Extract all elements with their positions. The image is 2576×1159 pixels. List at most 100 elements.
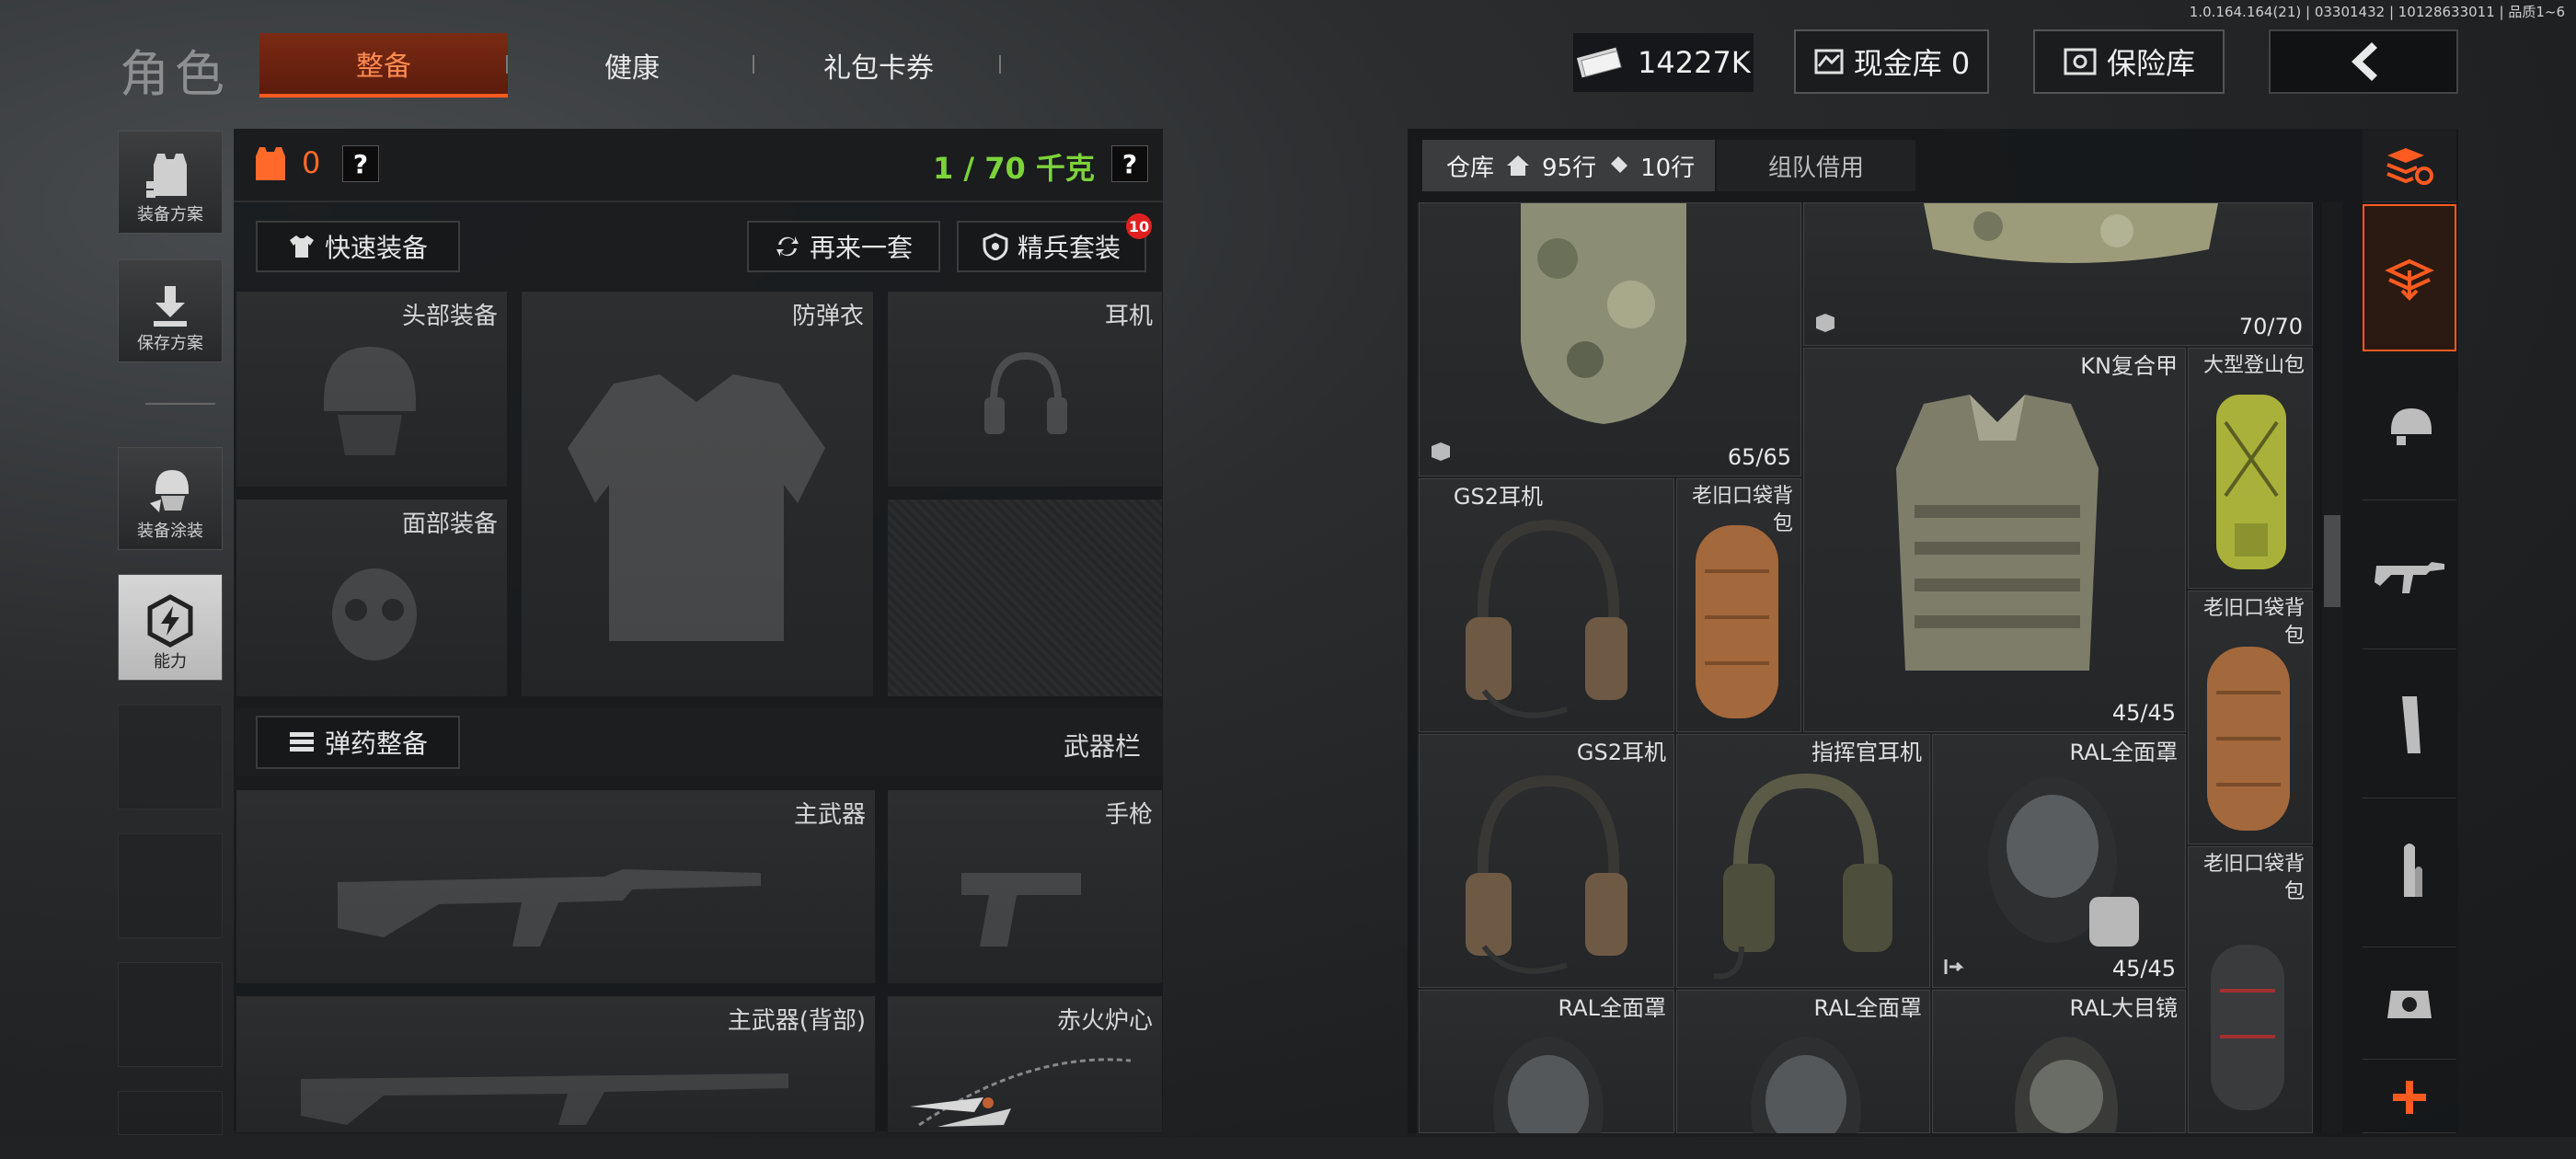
inventory-item[interactable]: 65/65: [1419, 202, 1801, 476]
inventory-item[interactable]: RAL全面罩 45/45: [1932, 734, 2186, 988]
inventory-item[interactable]: RAL全面罩: [1419, 990, 1674, 1133]
pistol-slot[interactable]: 手枪: [887, 789, 1163, 984]
back-arrow-icon: [2352, 42, 2377, 81]
primary-back-weapon-slot[interactable]: 主武器(背部): [236, 995, 876, 1133]
quick-equip-button[interactable]: 快速装备: [256, 221, 460, 272]
add-category-button[interactable]: [2363, 1061, 2456, 1133]
category-sight[interactable]: [2363, 949, 2456, 1060]
slot-label: 防弹衣: [791, 303, 864, 330]
tab-label: 组队借用: [1767, 154, 1864, 182]
item-name: 老旧口袋背包: [2202, 853, 2305, 903]
ammo-equip-button[interactable]: 弹药整备: [256, 716, 460, 769]
category-all[interactable]: [2363, 204, 2456, 351]
pistol-silhouette-icon: [961, 873, 1081, 947]
camo-vest-icon: [1521, 203, 1686, 424]
refresh-icon: [776, 236, 799, 257]
sidebar-item-ability[interactable]: 能力: [118, 574, 223, 681]
shirt-icon: [289, 235, 314, 258]
armor-help-button[interactable]: ?: [342, 145, 379, 182]
body-armor-slot[interactable]: 防弹衣: [521, 291, 874, 697]
armor-icon: [256, 147, 285, 180]
slot-label: 主武器: [793, 801, 866, 829]
elite-set-label: 精兵套装: [1017, 233, 1121, 263]
download-icon: [154, 286, 187, 327]
tab-label: 整备: [356, 51, 411, 83]
weapon-bar-label: 武器栏: [1064, 731, 1142, 762]
scrollbar-thumb[interactable]: [2324, 515, 2340, 607]
face-gear-slot[interactable]: 面部装备: [236, 499, 508, 697]
sidebar-item-paint[interactable]: 装备涂装: [118, 447, 223, 550]
house-icon: [1507, 155, 1530, 176]
melee-knives-icon: [910, 1058, 1132, 1127]
rows-house: 95行: [1542, 154, 1597, 182]
insurance-vault-button[interactable]: 保险库: [2033, 29, 2225, 94]
sidebar-item-label: 能力: [154, 652, 187, 671]
sidebar-empty-slot: [118, 705, 223, 809]
category-helmet[interactable]: [2363, 353, 2456, 500]
helmet-silhouette-icon: [324, 347, 416, 455]
slot-label: 赤火炉心: [1056, 1007, 1153, 1035]
inventory-item[interactable]: RAL全面罩: [1676, 990, 1930, 1133]
rifle-back-silhouette-icon: [301, 1073, 788, 1125]
item-name: RAL全面罩: [1813, 995, 1923, 1021]
headset-slot[interactable]: 耳机: [887, 291, 1163, 488]
category-ammo[interactable]: [2363, 800, 2456, 947]
category-magazine[interactable]: [2363, 651, 2456, 798]
tab-team-loan[interactable]: 组队借用: [1717, 140, 1915, 191]
item-name: RAL大目镜: [2069, 995, 2179, 1021]
inventory-item[interactable]: 大型登山包: [2188, 348, 2313, 589]
sidebar-item-label: 保存方案: [137, 334, 203, 353]
shield-icon: [983, 233, 1008, 260]
scope-icon: [2387, 990, 2432, 1018]
money-value: 14227K: [1638, 45, 1751, 80]
plus-icon: [2393, 1080, 2426, 1114]
inventory-item[interactable]: 老旧口袋背包: [2188, 846, 2313, 1133]
melee-slot[interactable]: 赤火炉心: [887, 995, 1163, 1133]
sidebar-item-label: 装备涂装: [137, 522, 203, 541]
version-text: 1.0.164.164(21) | 03301432 | 10128633011…: [2189, 4, 2565, 20]
tab-health[interactable]: 健康: [508, 33, 756, 98]
item-name: 大型登山包: [2202, 354, 2305, 377]
cash-icon: [1576, 47, 1622, 78]
slot-label: 头部装备: [401, 303, 498, 330]
hiking-backpack-icon: [2216, 395, 2286, 569]
safe-icon: [2064, 48, 2097, 75]
inventory-item[interactable]: 70/70: [1803, 202, 2313, 346]
helmet-icon: [2391, 407, 2432, 445]
loadout-header: 0 ? 1 / 70 千克 ?: [234, 129, 1163, 202]
gas-mask-icon: [1751, 1037, 1861, 1133]
category-rifle[interactable]: [2363, 502, 2456, 649]
rifle-silhouette-icon: [338, 869, 761, 947]
wallet-icon: [1814, 49, 1844, 75]
tab-warehouse[interactable]: 仓库 95行 10行: [1422, 140, 1715, 191]
back-button[interactable]: [2269, 29, 2458, 94]
primary-weapon-slot[interactable]: 主武器: [236, 789, 876, 984]
gs2-headset-icon: [1466, 775, 1627, 974]
inventory-item[interactable]: 指挥官耳机: [1676, 734, 1930, 988]
mask-silhouette-icon: [332, 568, 417, 660]
head-gear-slot[interactable]: 头部装备: [236, 291, 508, 488]
tab-gift-coupons[interactable]: 礼包卡券: [754, 33, 1003, 98]
cash-vault-button[interactable]: 现金库 0: [1794, 29, 1989, 94]
again-set-button[interactable]: 再来一套: [747, 221, 940, 272]
tab-equip[interactable]: 整备: [259, 33, 508, 98]
inventory-item[interactable]: GS2耳机: [1419, 734, 1674, 988]
inventory-item[interactable]: 老旧口袋背包: [2188, 591, 2313, 844]
inventory-item[interactable]: 老旧口袋背包: [1676, 478, 1801, 732]
weight-help-button[interactable]: ?: [1111, 145, 1148, 182]
quick-equip-label: 快速装备: [324, 233, 428, 263]
inventory-item[interactable]: RAL大目镜: [1932, 990, 2186, 1133]
sidebar-item-equip-plan[interactable]: 装备方案: [118, 131, 223, 234]
inventory-item[interactable]: KN复合甲 45/45: [1803, 348, 2186, 732]
pocket-backpack-icon: [1696, 525, 1778, 718]
rows-ticket: 10行: [1640, 154, 1696, 182]
empty-gear-slot: [887, 499, 1163, 697]
item-name: RAL全面罩: [1558, 995, 1667, 1021]
elite-set-button[interactable]: 精兵套装: [957, 221, 1146, 272]
sidebar-item-save-plan[interactable]: 保存方案: [118, 259, 223, 362]
insurance-vault-label: 保险库: [2106, 46, 2195, 81]
sort-category-button[interactable]: [2363, 129, 2456, 202]
inventory-item[interactable]: GS2耳机: [1419, 478, 1674, 732]
item-count: 45/45: [2111, 956, 2176, 981]
inventory-scrollbar[interactable]: [2322, 202, 2342, 1133]
